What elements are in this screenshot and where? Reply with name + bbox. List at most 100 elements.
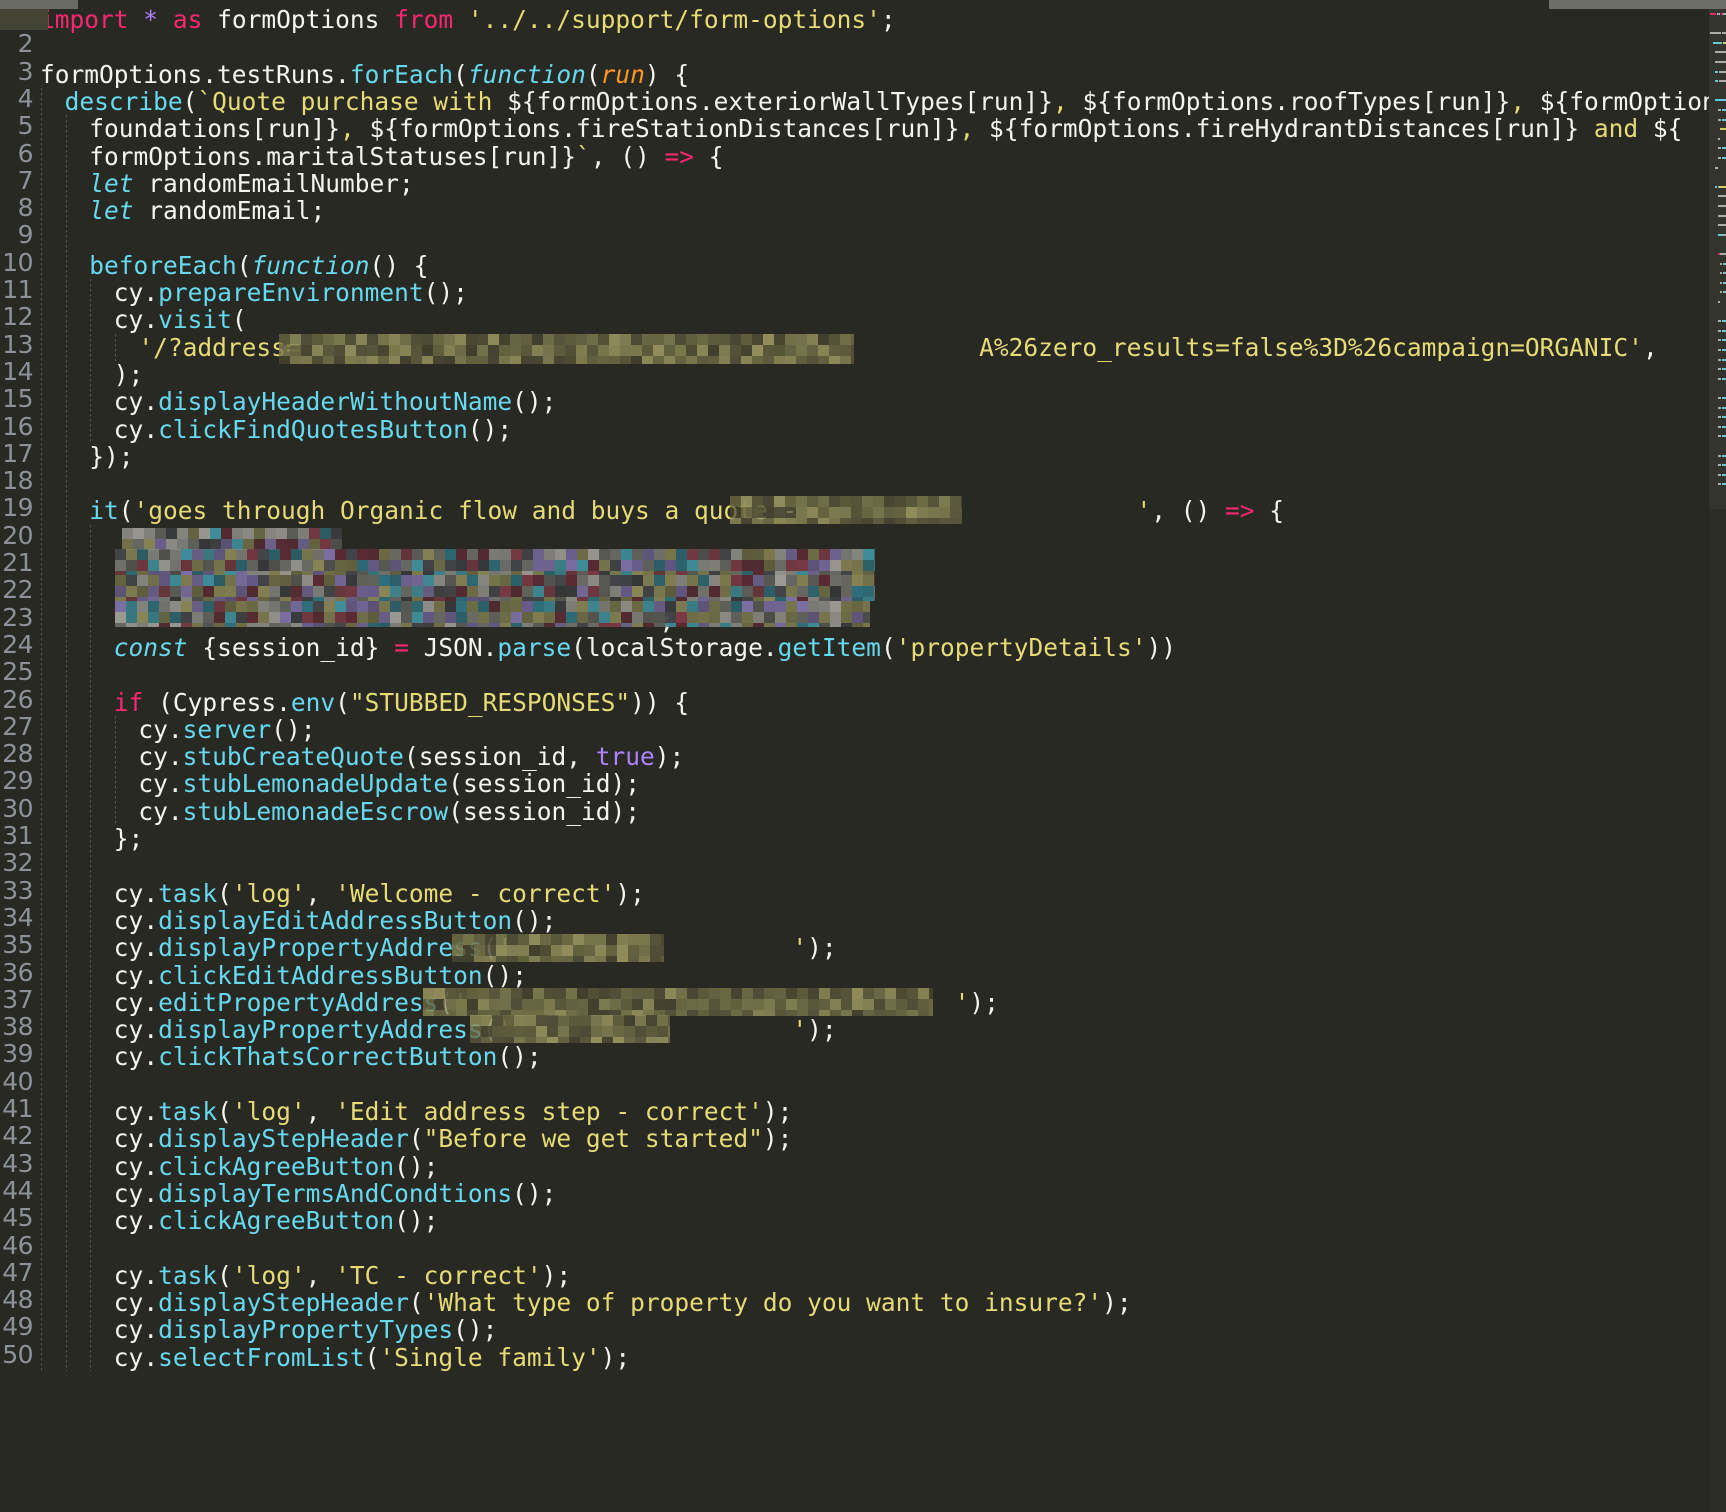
code-token: 'log' bbox=[232, 1261, 306, 1290]
code-token: cy bbox=[138, 742, 168, 771]
code-line[interactable]: cy.task('log', 'Edit address step - corr… bbox=[114, 1098, 793, 1125]
code-line[interactable]: cy.clickAgreeButton(); bbox=[114, 1207, 439, 1234]
horizontal-scrollbar-track[interactable] bbox=[0, 0, 1726, 9]
code-line[interactable]: formOptions.maritalStatuses[run]}`, () =… bbox=[89, 143, 723, 170]
code-token: . bbox=[143, 1179, 158, 1208]
code-token: displayEditAddressButton bbox=[158, 906, 512, 935]
code-line[interactable]: ); bbox=[114, 361, 144, 388]
line-number: 41 bbox=[0, 1095, 33, 1122]
code-minimap[interactable] bbox=[1709, 9, 1726, 1512]
code-line[interactable]: let randomEmailNumber; bbox=[89, 170, 414, 197]
code-token: )) { bbox=[630, 688, 689, 717]
minimap-line-segment bbox=[1719, 71, 1726, 73]
code-line[interactable]: foundations[run]}, ${formOptions.fireSta… bbox=[89, 115, 1682, 142]
code-line[interactable]: import * as formOptions from '../../supp… bbox=[40, 6, 896, 33]
minimap-line-segment bbox=[1720, 253, 1726, 255]
code-line[interactable]: cy.displayPropertyTypes(); bbox=[114, 1316, 498, 1343]
line-number: 47 bbox=[0, 1259, 33, 1286]
code-line[interactable]: cy.prepareEnvironment(); bbox=[114, 279, 468, 306]
horizontal-scrollbar-thumb-right[interactable] bbox=[1549, 0, 1726, 9]
code-token: cy bbox=[138, 715, 168, 744]
code-line[interactable]: cy.server(); bbox=[138, 716, 315, 743]
code-token: cy bbox=[114, 305, 144, 334]
redacted-code-block-4 bbox=[115, 601, 870, 627]
code-token: function bbox=[468, 60, 586, 89]
minimap-line-segment bbox=[1722, 474, 1726, 476]
code-token: task bbox=[158, 1097, 217, 1126]
code-line[interactable]: formOptions.testRuns.forEach(function(ru… bbox=[40, 61, 689, 88]
code-token: ( bbox=[335, 688, 350, 717]
code-token: , bbox=[340, 114, 370, 143]
code-line[interactable]: cy.clickAgreeButton(); bbox=[114, 1153, 439, 1180]
line-number: 39 bbox=[0, 1040, 33, 1067]
code-token: }; bbox=[114, 824, 144, 853]
code-line[interactable]: cy.clickThatsCorrectButton(); bbox=[114, 1043, 542, 1070]
code-token: randomEmailNumber; bbox=[133, 169, 413, 198]
code-line[interactable]: describe(`Quote purchase with ${formOpti… bbox=[65, 88, 1726, 115]
code-content[interactable]: import * as formOptions from '../../supp… bbox=[40, 0, 1726, 1512]
code-token: A%26zero_results=false%3D%26campaign=ORG… bbox=[979, 333, 1643, 362]
code-token: . bbox=[335, 60, 350, 89]
code-line[interactable]: cy.selectFromList('Single family'); bbox=[114, 1344, 630, 1371]
code-line[interactable]: cy.clickFindQuotesButton(); bbox=[114, 416, 512, 443]
minimap-line-segment bbox=[1715, 61, 1726, 63]
code-line[interactable]: it('goes through Organic flow and buys a… bbox=[89, 497, 1284, 524]
code-token: 'goes through Organic flow and buys a qu… bbox=[133, 496, 812, 525]
code-token: cy bbox=[114, 278, 144, 307]
code-line[interactable]: cy.stubCreateQuote(session_id, true); bbox=[138, 743, 684, 770]
code-token bbox=[129, 5, 144, 34]
code-token: , bbox=[306, 879, 336, 908]
code-line[interactable]: beforeEach(function() { bbox=[89, 252, 428, 279]
code-line[interactable]: cy.stubLemonadeEscrow(session_id); bbox=[138, 798, 640, 825]
code-token: cy bbox=[138, 797, 168, 826]
code-editor[interactable]: 1234567891011121314151617181920212223242… bbox=[0, 0, 1726, 1512]
code-token: . bbox=[143, 1042, 158, 1071]
code-token: ( bbox=[183, 87, 198, 116]
minimap-line-segment bbox=[1715, 99, 1725, 101]
code-line[interactable]: let randomEmail; bbox=[89, 197, 325, 224]
code-token: env bbox=[291, 688, 335, 717]
code-line[interactable]: cy.displayEditAddressButton(); bbox=[114, 907, 557, 934]
code-line[interactable]: cy.displayHeaderWithoutName(); bbox=[114, 388, 557, 415]
code-token: true bbox=[596, 742, 655, 771]
code-line[interactable]: cy.task('log', 'TC - correct'); bbox=[114, 1262, 571, 1289]
code-token: formOptions bbox=[40, 60, 202, 89]
code-line[interactable]: if (Cypress.env("STUBBED_RESPONSES")) { bbox=[114, 689, 689, 716]
code-token: . bbox=[143, 1315, 158, 1344]
code-line[interactable]: cy.displayStepHeader("Before we get star… bbox=[114, 1125, 793, 1152]
minimap-line-segment bbox=[1722, 378, 1726, 380]
code-token: visit bbox=[158, 305, 232, 334]
code-token: (); bbox=[468, 415, 512, 444]
code-token: ); bbox=[807, 933, 837, 962]
code-line[interactable]: cy.visit( bbox=[114, 306, 247, 333]
code-token: cy bbox=[114, 879, 144, 908]
code-token: ` bbox=[576, 142, 591, 171]
code-line[interactable]: cy.task('log', 'Welcome - correct'); bbox=[114, 880, 645, 907]
code-token: formOptions.roofTypes[run] bbox=[1112, 87, 1496, 116]
code-token: cy bbox=[114, 387, 144, 416]
minimap-line-segment bbox=[1722, 349, 1726, 351]
horizontal-scrollbar-thumb[interactable] bbox=[0, 0, 78, 9]
code-token: . bbox=[143, 1206, 158, 1235]
code-line[interactable]: }; bbox=[114, 825, 144, 852]
code-token: describe bbox=[65, 87, 183, 116]
code-token: '/?address= bbox=[138, 333, 300, 362]
code-token: (localStorage bbox=[571, 633, 763, 662]
code-token bbox=[158, 5, 173, 34]
minimap-line-segment bbox=[1718, 301, 1720, 303]
code-line[interactable]: cy.clickEditAddressButton(); bbox=[114, 962, 527, 989]
code-line[interactable]: cy.stubLemonadeUpdate(session_id); bbox=[138, 770, 640, 797]
code-token: displayPropertyAddress bbox=[158, 1015, 483, 1044]
minimap-slider[interactable] bbox=[1709, 9, 1726, 509]
code-token: ( bbox=[232, 305, 247, 334]
code-token: from bbox=[394, 5, 453, 34]
code-token: . bbox=[276, 688, 291, 717]
code-line[interactable]: cy.displayTermsAndCondtions(); bbox=[114, 1180, 557, 1207]
code-token: ( bbox=[119, 496, 134, 525]
code-token: }); bbox=[89, 442, 133, 471]
code-line[interactable]: cy.displayStepHeader('What type of prope… bbox=[114, 1289, 1132, 1316]
minimap-line-segment bbox=[1718, 138, 1720, 140]
code-line[interactable]: const {session_id} = JSON.parse(localSto… bbox=[114, 634, 1176, 661]
code-line[interactable]: }); bbox=[89, 443, 133, 470]
code-token: => bbox=[665, 142, 695, 171]
